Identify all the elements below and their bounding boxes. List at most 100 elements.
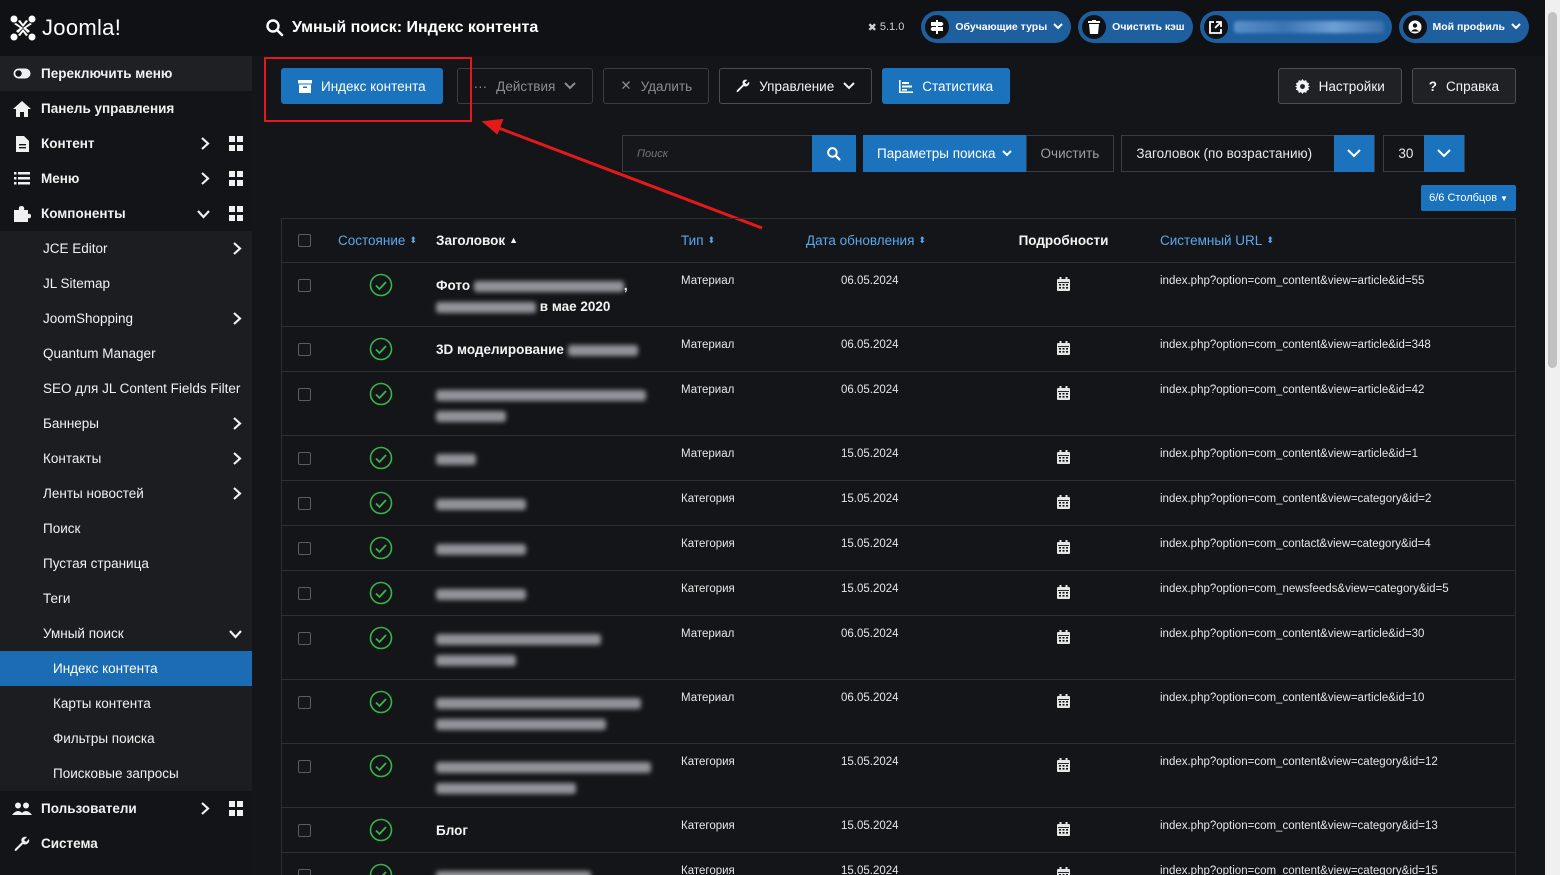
- calendar-icon[interactable]: [1057, 386, 1070, 435]
- sort-type-header[interactable]: Тип ⬍: [681, 233, 806, 248]
- row-checkbox[interactable]: [297, 632, 311, 645]
- clear-cache-button[interactable]: Очистить кэш: [1078, 11, 1193, 43]
- row-checkbox[interactable]: [297, 760, 311, 773]
- sidebar-item-newsfeeds[interactable]: Ленты новостей: [0, 476, 252, 511]
- published-check-icon[interactable]: [369, 536, 393, 570]
- calendar-icon[interactable]: [1057, 694, 1070, 743]
- table-row[interactable]: Материал 15.05.2024 index.php?option=com_c…: [282, 436, 1515, 481]
- scrollbar-thumb[interactable]: [1548, 12, 1557, 368]
- page-scrollbar[interactable]: [1545, 0, 1560, 875]
- sidebar-item-toggle-menu[interactable]: Переключить меню: [0, 56, 252, 91]
- list-limit-select[interactable]: 30: [1383, 135, 1466, 172]
- published-check-icon[interactable]: [369, 273, 393, 326]
- sort-state-header[interactable]: Состояние ⬍: [326, 233, 436, 248]
- sidebar-item-search[interactable]: Поиск: [0, 511, 252, 546]
- columns-toggle-button[interactable]: 6/6 Столбцов ▼: [1421, 185, 1516, 211]
- table-row[interactable]: Материал 06.05.2024 index.php?option=com_c…: [282, 372, 1515, 436]
- site-link-button[interactable]: [1199, 11, 1392, 43]
- table-row[interactable]: Категория 15.05.2024 index.php?option=com_…: [282, 571, 1515, 616]
- sidebar-item-jce-editor[interactable]: JCE Editor: [0, 231, 252, 266]
- sidebar-item-smart-search[interactable]: Умный поиск: [0, 616, 252, 651]
- dashboard-grid-icon[interactable]: [229, 171, 244, 186]
- calendar-icon[interactable]: [1057, 277, 1070, 326]
- sidebar-item-contacts[interactable]: Контакты: [0, 441, 252, 476]
- sort-title-header[interactable]: Заголовок ▲: [436, 230, 681, 251]
- table-row[interactable]: Материал 06.05.2024 index.php?option=com_c…: [282, 680, 1515, 744]
- dashboard-grid-icon[interactable]: [229, 136, 244, 151]
- sidebar-item-content[interactable]: Контент: [0, 126, 252, 161]
- calendar-icon[interactable]: [1057, 341, 1070, 371]
- table-row[interactable]: 3D моделирование Материал 06.05.2024 index…: [282, 327, 1515, 372]
- dashboard-grid-icon[interactable]: [229, 206, 244, 221]
- sidebar-item-users[interactable]: Пользователи: [0, 791, 252, 826]
- calendar-icon[interactable]: [1057, 495, 1070, 525]
- published-check-icon[interactable]: [369, 626, 393, 679]
- search-input[interactable]: [622, 135, 812, 172]
- row-checkbox[interactable]: [297, 824, 311, 837]
- sidebar-item-menus[interactable]: Меню: [0, 161, 252, 196]
- sort-select[interactable]: Заголовок (по возрастанию): [1121, 135, 1376, 172]
- row-checkbox[interactable]: [297, 452, 311, 465]
- calendar-icon[interactable]: [1057, 630, 1070, 679]
- options-button[interactable]: Настройки: [1277, 68, 1402, 104]
- sidebar-item-content-maps[interactable]: Карты контента: [0, 686, 252, 721]
- sidebar-item-seo-jl-filter[interactable]: SEO для JL Content Fields Filter: [0, 371, 252, 406]
- table-row[interactable]: Категория 15.05.2024 index.php?option=com_…: [282, 526, 1515, 571]
- published-check-icon[interactable]: [369, 863, 393, 875]
- row-checkbox[interactable]: [297, 497, 311, 510]
- joomla-logo[interactable]: Joomla!: [0, 0, 252, 56]
- sidebar-item-blank-page[interactable]: Пустая страница: [0, 546, 252, 581]
- sidebar-item-search-filters[interactable]: Фильтры поиска: [0, 721, 252, 756]
- row-checkbox[interactable]: [297, 279, 311, 292]
- help-button[interactable]: ? Справка: [1411, 68, 1516, 104]
- table-row[interactable]: Категория 15.05.2024 index.php?option=com_…: [282, 853, 1515, 875]
- dashboard-grid-icon[interactable]: [229, 801, 244, 816]
- row-checkbox[interactable]: [297, 343, 311, 356]
- published-check-icon[interactable]: [369, 818, 393, 852]
- calendar-icon[interactable]: [1057, 822, 1070, 852]
- manage-dropdown[interactable]: Управление: [719, 68, 873, 104]
- published-check-icon[interactable]: [369, 337, 393, 371]
- statistics-button[interactable]: Статистика: [882, 68, 1011, 104]
- row-title[interactable]: Фото: [436, 278, 470, 293]
- published-check-icon[interactable]: [369, 581, 393, 615]
- sidebar-item-dashboard[interactable]: Панель управления: [0, 91, 252, 126]
- table-row[interactable]: Категория 15.05.2024 index.php?option=com_…: [282, 481, 1515, 526]
- sidebar-item-components[interactable]: Компоненты: [0, 196, 252, 231]
- calendar-icon[interactable]: [1057, 758, 1070, 807]
- sidebar-item-joomshopping[interactable]: JoomShopping: [0, 301, 252, 336]
- sidebar-item-search-queries[interactable]: Поисковые запросы: [0, 756, 252, 791]
- sidebar-item-jl-sitemap[interactable]: JL Sitemap: [0, 266, 252, 301]
- sidebar-item-system[interactable]: Система: [0, 826, 252, 861]
- published-check-icon[interactable]: [369, 754, 393, 807]
- calendar-icon[interactable]: [1057, 540, 1070, 570]
- sidebar-item-quantum-manager[interactable]: Quantum Manager: [0, 336, 252, 371]
- row-checkbox[interactable]: [297, 542, 311, 555]
- actions-dropdown[interactable]: ··· Действия: [456, 68, 594, 104]
- row-checkbox[interactable]: [297, 869, 311, 875]
- published-check-icon[interactable]: [369, 491, 393, 525]
- published-check-icon[interactable]: [369, 446, 393, 480]
- table-row[interactable]: Категория 15.05.2024 index.php?option=com_…: [282, 744, 1515, 808]
- user-profile-button[interactable]: Мой профиль: [1398, 11, 1529, 43]
- delete-button[interactable]: ✕ Удалить: [603, 68, 710, 104]
- sort-url-header[interactable]: Системный URL ⬍: [1146, 233, 1515, 248]
- guided-tours-button[interactable]: Обучающие туры: [921, 11, 1072, 43]
- clear-button[interactable]: Очистить: [1025, 135, 1115, 172]
- sidebar-item-tags[interactable]: Теги: [0, 581, 252, 616]
- calendar-icon[interactable]: [1057, 867, 1070, 875]
- table-row[interactable]: Материал 06.05.2024 index.php?option=com_c…: [282, 616, 1515, 680]
- search-submit-button[interactable]: [812, 135, 856, 172]
- published-check-icon[interactable]: [369, 690, 393, 743]
- published-check-icon[interactable]: [369, 382, 393, 435]
- sidebar-item-content-index[interactable]: Индекс контента: [0, 651, 252, 686]
- row-checkbox[interactable]: [297, 388, 311, 401]
- row-title[interactable]: Блог: [436, 823, 468, 838]
- sort-date-header[interactable]: Дата обновления ⬍: [806, 233, 981, 248]
- sidebar-item-banners[interactable]: Баннеры: [0, 406, 252, 441]
- calendar-icon[interactable]: [1057, 585, 1070, 615]
- row-title-continuation[interactable]: в мае 2020: [540, 299, 611, 314]
- table-row[interactable]: Блог Категория 15.05.2024 index.php?option=…: [282, 808, 1515, 853]
- row-checkbox[interactable]: [297, 696, 311, 709]
- row-title[interactable]: 3D моделирование: [436, 342, 564, 357]
